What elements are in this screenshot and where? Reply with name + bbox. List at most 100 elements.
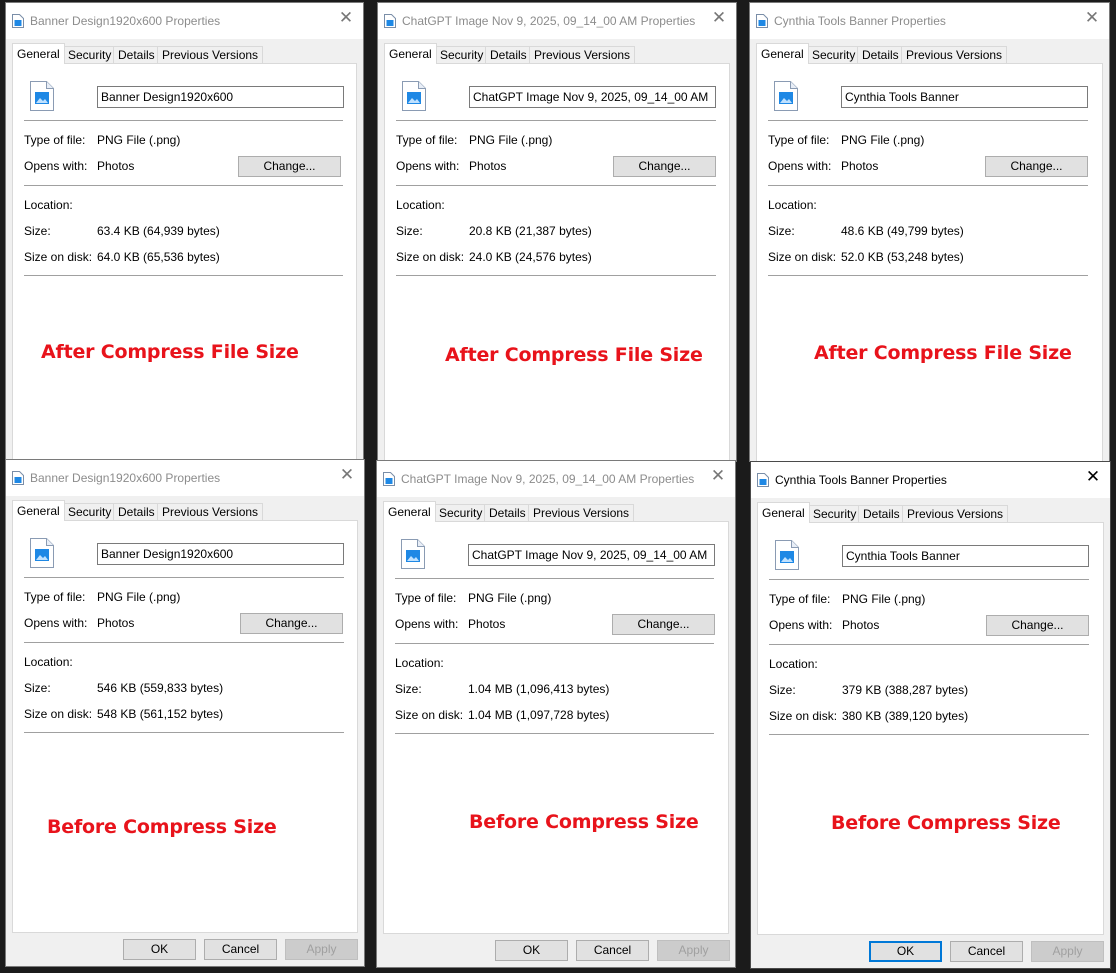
change-button[interactable]: Change... [240, 613, 343, 634]
tab-security[interactable]: Security [434, 504, 488, 521]
properties-dialog: Cynthia Tools Banner Properties ✕ Genera… [750, 461, 1111, 969]
ok-button[interactable]: OK [123, 939, 196, 960]
size-on-disk-label: Size on disk: [768, 250, 837, 264]
close-button[interactable]: ✕ [701, 461, 735, 491]
separator [24, 275, 343, 276]
window-title: Cynthia Tools Banner Properties [774, 14, 946, 28]
close-button[interactable]: ✕ [1075, 3, 1109, 33]
tab-general[interactable]: General [12, 500, 65, 521]
tab-details[interactable]: Details [858, 505, 905, 522]
close-button[interactable]: ✕ [1076, 462, 1110, 492]
filename-field[interactable]: Banner Design1920x600 [97, 543, 344, 565]
type-of-file-value: PNG File (.png) [842, 592, 926, 606]
title-bar[interactable]: ChatGPT Image Nov 9, 2025, 09_14_00 AM P… [378, 3, 736, 39]
tab-previous-versions[interactable]: Previous Versions [157, 503, 264, 520]
annotation-label: After Compress File Size [41, 341, 299, 363]
window-title: ChatGPT Image Nov 9, 2025, 09_14_00 AM P… [402, 14, 696, 28]
type-of-file-value: PNG File (.png) [841, 133, 925, 147]
tab-general[interactable]: General [383, 501, 436, 522]
apply-button[interactable]: Apply [657, 940, 730, 961]
tab-details[interactable]: Details [857, 46, 904, 63]
general-panel: Banner Design1920x600 Type of file: PNG … [12, 63, 357, 461]
tab-details[interactable]: Details [113, 503, 160, 520]
filename-field[interactable]: Cynthia Tools Banner [841, 86, 1088, 108]
size-label: Size: [24, 224, 51, 238]
ok-button[interactable]: OK [869, 941, 942, 962]
opens-with-label: Opens with: [395, 617, 459, 631]
tab-security[interactable]: Security [808, 505, 862, 522]
cancel-button[interactable]: Cancel [950, 941, 1023, 962]
window-title: Banner Design1920x600 Properties [30, 14, 221, 28]
tab-previous-versions[interactable]: Previous Versions [528, 504, 635, 521]
title-bar[interactable]: ChatGPT Image Nov 9, 2025, 09_14_00 AM P… [377, 461, 735, 497]
file-icon [12, 471, 24, 485]
location-label: Location: [396, 198, 445, 212]
tab-security[interactable]: Security [63, 46, 117, 63]
tab-security[interactable]: Security [63, 503, 117, 520]
change-button[interactable]: Change... [612, 614, 715, 635]
tab-general[interactable]: General [757, 502, 810, 523]
filename-field[interactable]: ChatGPT Image Nov 9, 2025, 09_14_00 AM [469, 86, 716, 108]
tab-previous-versions[interactable]: Previous Versions [902, 505, 1009, 522]
size-on-disk-label: Size on disk: [396, 250, 465, 264]
separator [769, 579, 1089, 580]
size-on-disk-value: 1.04 MB (1,097,728 bytes) [468, 708, 610, 722]
tab-previous-versions[interactable]: Previous Versions [157, 46, 264, 63]
tab-general[interactable]: General [12, 43, 65, 64]
close-button[interactable]: ✕ [330, 460, 364, 490]
apply-button[interactable]: Apply [285, 939, 358, 960]
file-icon [383, 472, 395, 486]
change-button[interactable]: Change... [238, 156, 341, 177]
tab-previous-versions[interactable]: Previous Versions [529, 46, 636, 63]
type-of-file-value: PNG File (.png) [468, 591, 552, 605]
opens-with-value: Photos [469, 159, 507, 173]
png-file-icon [30, 538, 54, 568]
ok-button[interactable]: OK [495, 940, 568, 961]
tab-security[interactable]: Security [435, 46, 489, 63]
title-bar[interactable]: Banner Design1920x600 Properties ✕ [6, 3, 363, 39]
size-label: Size: [395, 682, 422, 696]
filename-field[interactable]: Banner Design1920x600 [97, 86, 344, 108]
separator [395, 578, 714, 579]
title-bar[interactable]: Banner Design1920x600 Properties ✕ [6, 460, 364, 496]
title-bar[interactable]: Cynthia Tools Banner Properties ✕ [750, 3, 1109, 39]
separator [24, 120, 343, 121]
location-label: Location: [24, 198, 73, 212]
apply-button[interactable]: Apply [1031, 941, 1104, 962]
tab-previous-versions[interactable]: Previous Versions [901, 46, 1008, 63]
annotation-label: After Compress File Size [445, 344, 703, 366]
separator [396, 275, 716, 276]
opens-with-label: Opens with: [769, 618, 833, 632]
tab-details[interactable]: Details [485, 46, 532, 63]
size-on-disk-value: 380 KB (389,120 bytes) [842, 709, 969, 723]
general-panel: ChatGPT Image Nov 9, 2025, 09_14_00 AM T… [384, 63, 730, 461]
png-file-icon [401, 539, 425, 569]
filename-field[interactable]: Cynthia Tools Banner [842, 545, 1089, 567]
change-button[interactable]: Change... [613, 156, 716, 177]
close-button[interactable]: ✕ [329, 3, 363, 33]
size-value: 48.6 KB (49,799 bytes) [841, 224, 964, 238]
tab-general[interactable]: General [756, 43, 809, 64]
type-of-file-label: Type of file: [396, 133, 458, 147]
change-button[interactable]: Change... [985, 156, 1088, 177]
opens-with-label: Opens with: [24, 159, 88, 173]
size-on-disk-label: Size on disk: [24, 707, 93, 721]
size-value: 546 KB (559,833 bytes) [97, 681, 224, 695]
opens-with-value: Photos [97, 159, 135, 173]
close-button[interactable]: ✕ [702, 3, 736, 33]
change-button[interactable]: Change... [986, 615, 1089, 636]
cancel-button[interactable]: Cancel [204, 939, 277, 960]
png-file-icon [402, 81, 426, 111]
separator [769, 644, 1089, 645]
cancel-button[interactable]: Cancel [576, 940, 649, 961]
separator [768, 275, 1088, 276]
size-on-disk-value: 548 KB (561,152 bytes) [97, 707, 224, 721]
tab-details[interactable]: Details [113, 46, 160, 63]
file-icon [12, 14, 24, 28]
title-bar[interactable]: Cynthia Tools Banner Properties ✕ [751, 462, 1110, 498]
window-title: Banner Design1920x600 Properties [30, 471, 221, 485]
tab-details[interactable]: Details [484, 504, 531, 521]
tab-general[interactable]: General [384, 43, 437, 64]
tab-security[interactable]: Security [807, 46, 861, 63]
filename-field[interactable]: ChatGPT Image Nov 9, 2025, 09_14_00 AM [468, 544, 715, 566]
